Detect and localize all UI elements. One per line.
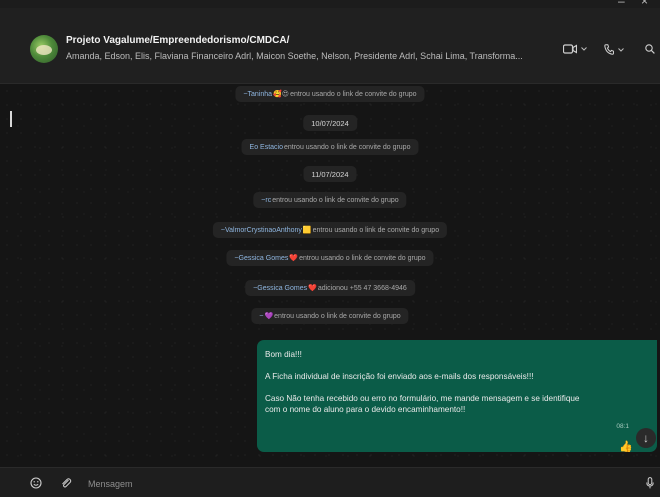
system-text: entrou usando o link de convite do grupo [290,90,417,98]
video-call-button[interactable] [563,44,587,54]
close-icon[interactable]: × [641,0,648,8]
microphone-button[interactable] [646,477,654,491]
system-message: ~ValmorCrystinaoAnthony 🟨 entrou usando … [212,222,448,238]
arrow-down-icon: ↓ [643,431,649,445]
message-line: A Ficha individual de inscrição foi envi… [265,372,534,381]
search-button[interactable] [645,44,655,54]
emoji-button[interactable] [30,477,42,491]
group-members[interactable]: Amanda, Edson, Elis, Flaviana Financeiro… [66,51,550,61]
microphone-icon [646,477,654,489]
phone-icon [604,44,614,55]
message-time: 08:1 [616,423,629,430]
participant-name[interactable]: Eo Estacio [250,144,283,151]
system-text: entrou usando o link de convite do grupo [274,312,401,320]
participant-name[interactable]: ~Gessica Gomes [253,285,307,292]
system-message: Eo Estacio entrou usando o link de convi… [241,139,419,155]
video-camera-icon [563,44,577,54]
system-message: ~Gessica Gomes ❤️ adicionou +55 47 3668-… [245,280,415,296]
search-icon [645,44,655,54]
system-message: ~Taninha 🥰😍 entrou usando o link de conv… [235,86,425,102]
system-text: entrou usando o link de convite do grupo [312,226,440,234]
system-message: ~rc entrou usando o link de convite do g… [253,192,407,208]
date-separator: 10/07/2024 [303,115,357,131]
participant-name[interactable]: ~Taninha [243,91,272,98]
scroll-indicator [10,111,12,127]
participant-name[interactable]: ~Gessica Gomes [234,255,288,262]
emoji: 🟨 [302,227,312,234]
message-area[interactable]: ~Taninha 🥰😍 entrou usando o link de conv… [0,84,660,467]
group-title[interactable]: Projeto Vagalume/Empreendedorismo/CMDCA/ [66,35,289,46]
thumbs-up-reaction[interactable]: 👍 [619,440,633,453]
attach-button[interactable] [60,477,72,491]
system-text: entrou usando o link de convite do grupo [272,196,399,204]
composer-bar [0,467,660,497]
chat-header[interactable]: Projeto Vagalume/Empreendedorismo/CMDCA/… [0,8,660,84]
chevron-down-icon [581,47,587,51]
participant-name[interactable]: ~ValmorCrystinaoAnthony [221,227,302,234]
system-text: entrou usando o link de convite do grupo [283,143,411,151]
chevron-down-icon [618,47,624,52]
paperclip-icon [62,478,72,488]
minimize-icon[interactable]: – [618,0,625,8]
scroll-to-bottom-button[interactable]: ↓ [636,428,656,448]
system-message: ~ 💜 entrou usando o link de convite do g… [251,308,409,324]
participant-name[interactable]: ~rc [261,197,271,204]
window-titlebar: – × [0,0,660,8]
system-text: adicionou +55 47 3668-4946 [317,284,407,292]
group-avatar[interactable] [30,35,58,63]
message-line: com o nome do aluno para o devido encami… [265,405,466,414]
emoji: ❤️ [289,255,299,262]
date-separator: 11/07/2024 [303,166,357,182]
emoji: 🥰😍 [273,91,290,98]
message-input[interactable] [88,476,608,492]
participant-name[interactable]: ~ [259,313,263,320]
message-line: Caso Não tenha recebido ou erro no formu… [265,394,580,403]
emoji-icon [30,477,42,489]
system-text: entrou usando o link de convite do grupo [299,254,426,262]
message-line: Bom dia!!! [265,350,302,359]
outgoing-message-bubble[interactable]: Bom dia!!! A Ficha individual de inscriç… [257,340,657,452]
voice-call-button[interactable] [604,44,624,55]
emoji: ❤️ [308,285,317,292]
system-message: ~Gessica Gomes ❤️ entrou usando o link d… [226,250,434,266]
emoji: 💜 [264,313,274,320]
